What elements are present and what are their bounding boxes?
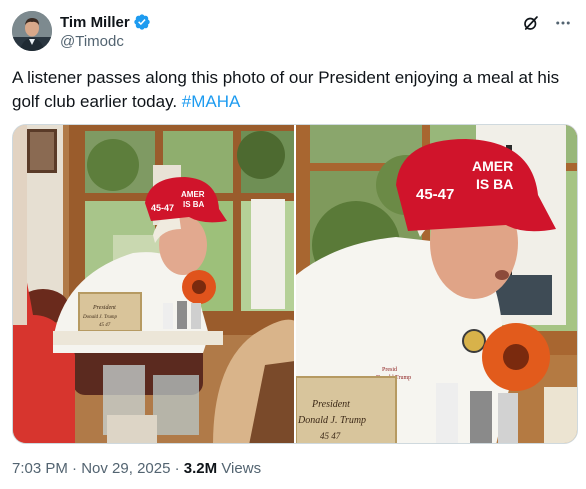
left-hat-line-1: AMER <box>181 190 205 199</box>
tweet-card: Tim Miller @Timodc A listener passes alo… <box>0 0 586 489</box>
tweet-meta: 7:03 PM · Nov 29, 2025 · 3.2M Views <box>12 460 261 477</box>
tweet-date[interactable]: Nov 29, 2025 <box>81 460 170 477</box>
grok-icon[interactable] <box>520 12 542 34</box>
media-photo-2[interactable]: 45-47 AMER IS BA Presid Donald Trump Pre… <box>296 125 577 443</box>
left-placard-line-2: Donald J. Trump <box>82 315 118 320</box>
meta-separator-2: · <box>170 460 184 477</box>
hashtag-link[interactable]: #MAHA <box>182 92 241 111</box>
right-placard-line-2: Donald J. Trump <box>297 415 366 426</box>
avatar[interactable] <box>12 11 52 51</box>
right-placard-line-3: 45 47 <box>320 431 341 441</box>
left-placard-line-3: 45 47 <box>99 323 111 328</box>
meta-separator-1: · <box>67 460 82 477</box>
more-icon[interactable] <box>552 12 574 34</box>
tweet-actions-top <box>520 12 574 34</box>
media-grid: 45-47 AMER IS BA President Donald J. Tru… <box>12 124 578 444</box>
right-hat-line-2: IS BA <box>476 176 513 192</box>
verified-badge-icon <box>133 13 151 31</box>
tweet-text: A listener passes along this photo of ou… <box>12 66 578 114</box>
left-hat-line-2: IS BA <box>183 200 205 209</box>
views-label: Views <box>217 460 262 477</box>
left-hat-number: 45-47 <box>151 203 174 213</box>
right-hat-line-1: AMER <box>472 158 513 174</box>
author-handle[interactable]: @Timodc <box>60 33 124 50</box>
tweet-time[interactable]: 7:03 PM <box>12 460 68 477</box>
left-placard-line-1: President <box>92 305 116 311</box>
right-shirt-line-1: Presid <box>382 367 397 373</box>
author-name-row: Tim Miller <box>60 12 151 32</box>
views-count[interactable]: 3.2M <box>184 460 217 477</box>
author-name[interactable]: Tim Miller <box>60 14 130 31</box>
right-hat-number: 45-47 <box>416 186 454 203</box>
tweet-body: A listener passes along this photo of ou… <box>12 68 560 111</box>
right-placard-line-1: President <box>311 399 350 410</box>
media-photo-1[interactable]: 45-47 AMER IS BA President Donald J. Tru… <box>13 125 294 443</box>
